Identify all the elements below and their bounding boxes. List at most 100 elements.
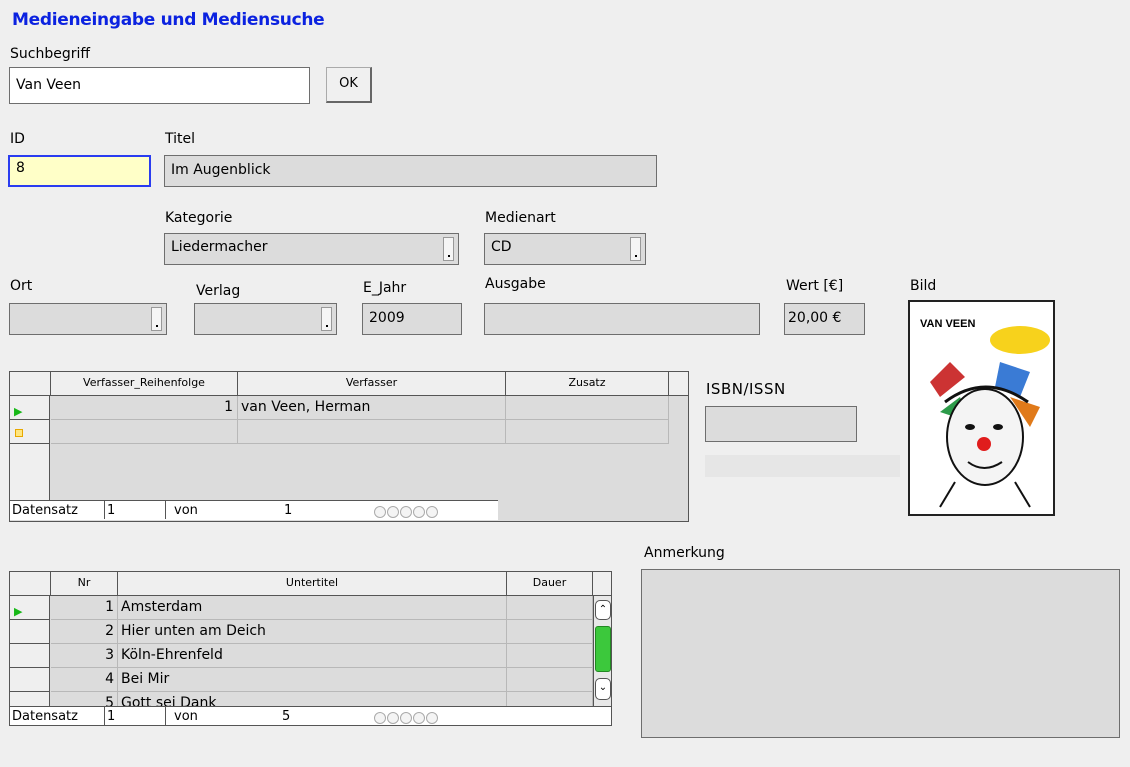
verlag-label: Verlag xyxy=(196,283,241,299)
row-header-corner xyxy=(10,372,51,396)
table-cell[interactable]: Bei Mir xyxy=(118,668,507,692)
medienart-combo[interactable]: CD xyxy=(484,233,646,265)
kategorie-value: Liedermacher xyxy=(171,239,268,255)
record-label: Datensatz xyxy=(12,503,78,518)
row-header[interactable] xyxy=(10,620,50,644)
col-header-extra xyxy=(669,372,689,396)
nav-buttons[interactable] xyxy=(374,710,439,725)
row-header[interactable] xyxy=(10,420,50,444)
e-jahr-label: E_Jahr xyxy=(363,280,407,296)
record-number-input[interactable]: 1 xyxy=(104,501,166,519)
medienart-value: CD xyxy=(491,239,512,255)
table-cell[interactable] xyxy=(507,596,593,620)
medienart-label: Medienart xyxy=(485,210,556,226)
col-header-verfasser[interactable]: Verfasser xyxy=(238,372,506,396)
nav-buttons[interactable] xyxy=(374,504,439,519)
last-record-icon[interactable] xyxy=(413,711,425,724)
new-record-icon[interactable] xyxy=(426,505,438,518)
record-of-label: von xyxy=(174,709,198,724)
table-cell[interactable] xyxy=(507,620,593,644)
row-header-corner xyxy=(10,572,51,596)
ausgabe-field[interactable] xyxy=(484,303,760,335)
scroll-thumb[interactable] xyxy=(595,626,611,672)
record-label: Datensatz xyxy=(12,709,78,724)
table-cell[interactable]: Amsterdam xyxy=(118,596,507,620)
e-jahr-field[interactable]: 2009 xyxy=(362,303,462,335)
form-title: Medieneingabe und Mediensuche xyxy=(12,10,325,30)
cover-title: VAN VEEN xyxy=(920,318,975,330)
col-header-dauer[interactable]: Dauer xyxy=(507,572,593,596)
cover-art: VAN VEEN xyxy=(920,318,1050,508)
kategorie-label: Kategorie xyxy=(165,210,233,226)
table-cell[interactable]: 1 xyxy=(51,596,118,620)
row-header-empty xyxy=(10,444,50,500)
search-input[interactable]: Van Veen xyxy=(9,67,310,104)
scroll-up-icon[interactable]: ⌃ xyxy=(595,600,611,620)
col-header-nr[interactable]: Nr xyxy=(51,572,118,596)
verlag-combo[interactable] xyxy=(194,303,337,335)
record-navigator: Datensatz 1 von 5 xyxy=(10,706,611,725)
id-label: ID xyxy=(10,131,25,147)
new-record-icon[interactable] xyxy=(426,711,438,724)
table-cell[interactable] xyxy=(507,644,593,668)
wert-label: Wert [€] xyxy=(786,278,844,294)
dropdown-arrow-icon[interactable] xyxy=(630,237,641,261)
row-header[interactable]: ▶ xyxy=(10,596,50,620)
bild-label: Bild xyxy=(910,278,937,294)
table-cell[interactable]: van Veen, Herman xyxy=(238,396,506,420)
isbn-label: ISBN/ISSN xyxy=(706,380,786,398)
col-header-zusatz[interactable]: Zusatz xyxy=(506,372,669,396)
scroll-down-icon[interactable]: ⌄ xyxy=(595,678,611,700)
col-header-untertitel[interactable]: Untertitel xyxy=(118,572,507,596)
table-cell[interactable]: Hier unten am Deich xyxy=(118,620,507,644)
table-cell[interactable]: 1 xyxy=(51,396,238,420)
table-cell[interactable] xyxy=(506,420,669,444)
ausgabe-label: Ausgabe xyxy=(485,276,546,292)
kategorie-combo[interactable]: Liedermacher xyxy=(164,233,459,265)
isbn-field[interactable] xyxy=(705,406,857,442)
album-cover-image[interactable]: VAN VEEN xyxy=(908,300,1055,516)
row-header[interactable] xyxy=(10,644,50,668)
authors-grid[interactable]: Verfasser_Reihenfolge Verfasser Zusatz ▶… xyxy=(9,371,689,522)
titel-label: Titel xyxy=(165,131,196,147)
ok-button[interactable]: OK xyxy=(326,67,372,103)
record-total: 1 xyxy=(284,503,293,518)
ort-combo[interactable] xyxy=(9,303,167,335)
table-cell[interactable] xyxy=(51,420,238,444)
wert-field[interactable]: 20,00 € xyxy=(784,303,865,335)
anmerkung-textarea[interactable] xyxy=(641,569,1120,738)
table-cell[interactable]: 3 xyxy=(51,644,118,668)
table-cell[interactable] xyxy=(507,668,593,692)
dropdown-arrow-icon[interactable] xyxy=(321,307,332,331)
new-row-icon xyxy=(15,429,23,437)
dropdown-arrow-icon[interactable] xyxy=(151,307,162,331)
table-cell[interactable] xyxy=(238,420,506,444)
table-cell[interactable] xyxy=(506,396,669,420)
prev-record-icon[interactable] xyxy=(387,505,399,518)
search-label: Suchbegriff xyxy=(10,46,91,62)
vertical-scrollbar[interactable]: ⌃ ⌄ xyxy=(593,596,611,706)
table-cell[interactable]: 2 xyxy=(51,620,118,644)
ort-label: Ort xyxy=(10,278,33,294)
col-header-verfasser-reihenfolge[interactable]: Verfasser_Reihenfolge xyxy=(51,372,238,396)
dropdown-arrow-icon[interactable] xyxy=(443,237,454,261)
first-record-icon[interactable] xyxy=(374,711,386,724)
record-number-input[interactable]: 1 xyxy=(104,707,166,725)
first-record-icon[interactable] xyxy=(374,505,386,518)
row-header[interactable] xyxy=(10,668,50,692)
anmerkung-label: Anmerkung xyxy=(644,545,725,561)
table-cell[interactable]: Köln-Ehrenfeld xyxy=(118,644,507,668)
titel-field[interactable]: Im Augenblick xyxy=(164,155,657,187)
id-field[interactable]: 8 xyxy=(8,155,151,187)
record-total: 5 xyxy=(282,709,291,724)
prev-record-icon[interactable] xyxy=(387,711,399,724)
row-header[interactable]: ▶ xyxy=(10,396,50,420)
next-record-icon[interactable] xyxy=(400,505,412,518)
col-header-extra xyxy=(593,572,611,596)
isbn-placeholder-area xyxy=(705,455,900,477)
record-of-label: von xyxy=(174,503,198,518)
last-record-icon[interactable] xyxy=(413,505,425,518)
next-record-icon[interactable] xyxy=(400,711,412,724)
tracks-grid[interactable]: Nr Untertitel Dauer ▶ 1 Amsterdam 2 Hier… xyxy=(9,571,612,726)
table-cell[interactable]: 4 xyxy=(51,668,118,692)
